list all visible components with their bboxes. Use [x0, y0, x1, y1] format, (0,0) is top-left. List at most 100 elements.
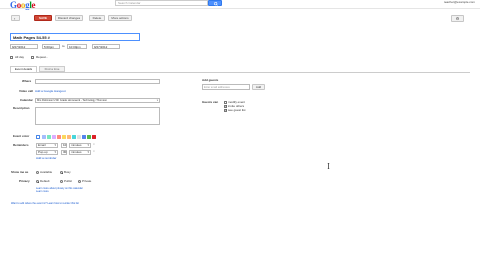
reminder-1-type-select[interactable]: Email	[36, 143, 58, 148]
color-swatch[interactable]	[82, 135, 86, 139]
public-radio[interactable]	[60, 180, 63, 183]
all-day-label: All day	[15, 55, 25, 59]
header-divider	[0, 8, 480, 9]
google-logo: Google	[10, 0, 35, 11]
color-swatch[interactable]	[92, 135, 96, 139]
color-swatch[interactable]	[77, 135, 81, 139]
privacy-label: Privacy	[19, 179, 30, 183]
repeat-checkbox[interactable]	[31, 56, 34, 59]
more-actions-button[interactable]: More actions	[108, 15, 132, 21]
discard-button[interactable]: Discard changes	[55, 15, 83, 21]
discard-label: Discard changes	[57, 16, 81, 20]
search-button[interactable]	[208, 0, 222, 6]
calendar-value: Mrs Robinson's 5th Grade Homework - Tech…	[37, 99, 108, 102]
add-hangout-link[interactable]: Add a Google Hangout	[35, 89, 66, 94]
reminder-1-amount: 10	[63, 143, 67, 148]
event-title-input[interactable]: Math Pages 54-55 #	[10, 33, 140, 41]
reminder-2-amount-input[interactable]: 30	[61, 150, 67, 155]
see-guest-list-label: see guest list	[228, 108, 246, 112]
color-swatch[interactable]	[52, 135, 56, 139]
private-label: Private	[82, 179, 92, 183]
user-email[interactable]: teacher@example.com	[444, 0, 475, 5]
gear-icon: ⚙	[455, 16, 460, 21]
reminder-2-type: Pop-up	[38, 150, 48, 154]
start-date-input[interactable]: 9/27/2012	[10, 44, 38, 49]
search-placeholder: Search Calendar	[118, 1, 141, 5]
privacy-learn-more-link[interactable]: Learn more	[36, 190, 49, 193]
repeat-label: Repeat...	[36, 55, 49, 59]
back-arrow-icon: ‹	[14, 15, 16, 21]
end-date-input[interactable]: 9/27/2012	[92, 44, 120, 49]
event-title: Math Pages 54-55 #	[13, 34, 50, 40]
add-guest-label: Add	[255, 85, 262, 89]
description-input[interactable]	[35, 107, 160, 125]
add-reminder-link[interactable]: Add a reminder	[36, 156, 57, 161]
tab-event-details-label: Event details	[14, 67, 33, 71]
tab-find-a-time-label: Find a time	[44, 67, 60, 71]
remove-reminder-2-icon[interactable]: ×	[93, 149, 95, 154]
start-time: 5:00pm	[44, 44, 55, 49]
color-swatch-default[interactable]	[36, 135, 40, 139]
search-icon	[214, 1, 218, 6]
reminders-label: Reminders	[13, 143, 29, 147]
more-actions-label: More actions	[111, 16, 129, 20]
reminder-2-unit-select[interactable]: minutes	[69, 150, 91, 155]
color-swatch[interactable]	[72, 135, 76, 139]
color-swatch[interactable]	[47, 135, 51, 139]
mouse-cursor-icon	[327, 163, 330, 169]
all-day-checkbox[interactable]	[10, 56, 13, 59]
search-input[interactable]: Search Calendar	[115, 0, 208, 6]
reminder-1-amount-input[interactable]: 10	[61, 143, 67, 148]
color-swatch[interactable]	[87, 135, 91, 139]
end-date: 9/27/2012	[94, 44, 108, 49]
reminder-1-unit-select[interactable]: minutes	[69, 143, 91, 148]
private-radio[interactable]	[78, 180, 81, 183]
public-label: Public	[64, 179, 73, 183]
logo-letter-e: e	[31, 0, 36, 10]
default-radio[interactable]	[36, 180, 39, 183]
delete-label: Delete	[92, 16, 102, 20]
color-swatch[interactable]	[57, 135, 61, 139]
guests-can-label: Guests can	[202, 100, 219, 104]
color-swatch[interactable]	[62, 135, 66, 139]
show-me-as-label: Show me as	[11, 170, 29, 174]
settings-button[interactable]: ⚙	[451, 15, 464, 22]
start-date: 9/27/2012	[12, 44, 26, 49]
color-swatch[interactable]	[67, 135, 71, 139]
save-button[interactable]: SAVE	[34, 15, 52, 21]
tabs-divider	[10, 72, 470, 73]
see-guest-list-checkbox[interactable]	[224, 109, 228, 113]
busy-radio[interactable]	[60, 171, 63, 174]
description-label: Description	[13, 106, 30, 110]
guest-email-placeholder: Enter email addresses	[204, 86, 230, 89]
end-time: 10:00pm	[69, 44, 81, 49]
guest-email-input[interactable]: Enter email addresses	[202, 84, 250, 90]
available-label: Available	[40, 170, 53, 174]
add-guest-button[interactable]: Add	[252, 84, 265, 90]
logo-letter-g: G	[10, 0, 17, 10]
default-label: Default	[40, 179, 50, 183]
available-radio[interactable]	[36, 171, 39, 174]
color-swatch[interactable]	[42, 135, 46, 139]
back-button[interactable]: ‹	[11, 15, 20, 21]
reminder-2-amount: 30	[63, 150, 67, 155]
save-label: SAVE	[39, 16, 47, 20]
reminder-1-type: Email	[38, 143, 46, 147]
calendar-label: Calendar	[20, 98, 33, 102]
remove-reminder-1-icon[interactable]: ×	[93, 142, 95, 147]
delete-button[interactable]: Delete	[89, 15, 105, 21]
where-label: Where	[22, 79, 32, 83]
event-color-label: Event color	[13, 134, 30, 138]
busy-label: Busy	[64, 170, 71, 174]
video-call-label: Video call	[19, 89, 33, 93]
to-label: to	[62, 44, 65, 48]
reminder-2-unit: minutes	[71, 150, 82, 154]
calendar-select[interactable]: Mrs Robinson's 5th Grade Homework - Tech…	[35, 98, 160, 103]
end-time-input[interactable]: 10:00pm	[67, 44, 87, 49]
add-guests-label: Add guests	[202, 78, 219, 82]
start-time-input[interactable]: 5:00pm	[42, 44, 60, 49]
reminder-2-type-select[interactable]: Pop-up	[36, 150, 58, 155]
where-input[interactable]	[35, 79, 160, 84]
reminder-1-unit: minutes	[71, 143, 82, 147]
footer-link[interactable]: Want to edit where the event is? Learn h…	[11, 202, 79, 205]
